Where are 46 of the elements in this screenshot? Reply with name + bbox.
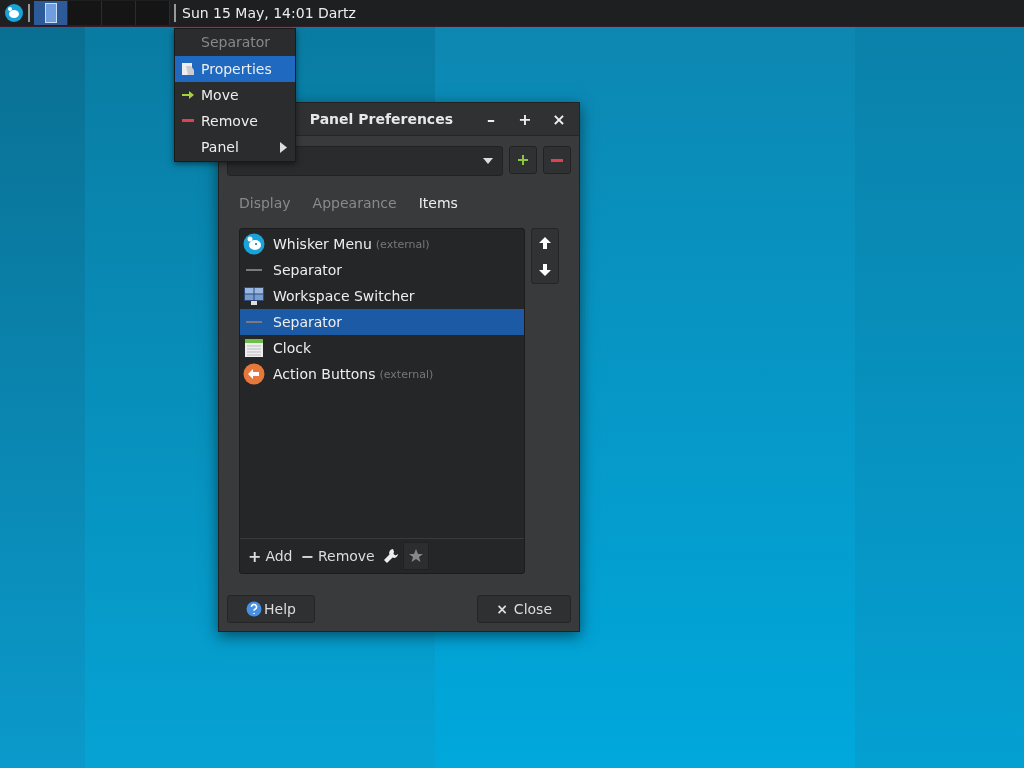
mouse-logo-icon: [243, 233, 265, 255]
list-item[interactable]: Separator: [240, 257, 524, 283]
list-item[interactable]: Workspace Switcher: [240, 283, 524, 309]
clock[interactable]: Sun 15 May, 14:01 Dartz: [182, 5, 356, 21]
item-label: Clock: [273, 340, 312, 356]
item-label: Separator: [273, 262, 343, 278]
arrow-left-icon: [243, 363, 265, 385]
dash-icon: [246, 269, 262, 271]
add-button[interactable]: + Add: [244, 542, 297, 570]
remove-button[interactable]: − Remove: [296, 542, 379, 570]
dash-icon: [246, 321, 262, 323]
menu-item[interactable]: Panel: [175, 134, 295, 160]
item-label: Action Buttons: [273, 366, 376, 382]
item-note: (external): [379, 367, 434, 381]
close-button[interactable]: × Close: [477, 595, 571, 623]
remove-panel-button[interactable]: [543, 146, 571, 174]
add-panel-button[interactable]: [509, 146, 537, 174]
workspace-button[interactable]: [34, 1, 68, 25]
minus-icon: [182, 119, 194, 123]
right-arrow-icon: [182, 90, 194, 100]
item-note: (external): [375, 237, 430, 251]
list-item[interactable]: Separator: [240, 309, 524, 335]
window-title: Panel Preferences: [309, 111, 453, 127]
menu-header: Separator: [200, 33, 272, 52]
minus-icon: [551, 158, 563, 162]
list-item[interactable]: Action Buttons (external): [240, 361, 524, 387]
list-item[interactable]: Clock: [240, 335, 524, 361]
list-item[interactable]: Whisker Menu (external): [240, 231, 524, 257]
monitor-icon: [243, 285, 265, 307]
help-button[interactable]: Help: [227, 595, 315, 623]
window-control-button[interactable]: –: [477, 106, 505, 132]
item-label: Workspace Switcher: [273, 288, 415, 304]
help-icon: [246, 601, 262, 617]
calendar-icon: [243, 337, 265, 359]
hand-icon: [181, 62, 195, 76]
dropdown-caret-icon: [482, 157, 494, 165]
menu-item[interactable]: Properties: [175, 56, 295, 82]
window-control-button[interactable]: +: [511, 106, 539, 132]
menu-item[interactable]: Move: [175, 82, 295, 108]
plus-icon: [517, 154, 529, 166]
item-label: Separator: [273, 314, 343, 330]
item-label: Whisker Menu: [273, 236, 372, 252]
menu-item[interactable]: Remove: [175, 108, 295, 134]
window-control-button[interactable]: ×: [545, 106, 573, 132]
mouse-logo-icon[interactable]: [4, 3, 24, 23]
tab[interactable]: Items: [410, 190, 466, 216]
